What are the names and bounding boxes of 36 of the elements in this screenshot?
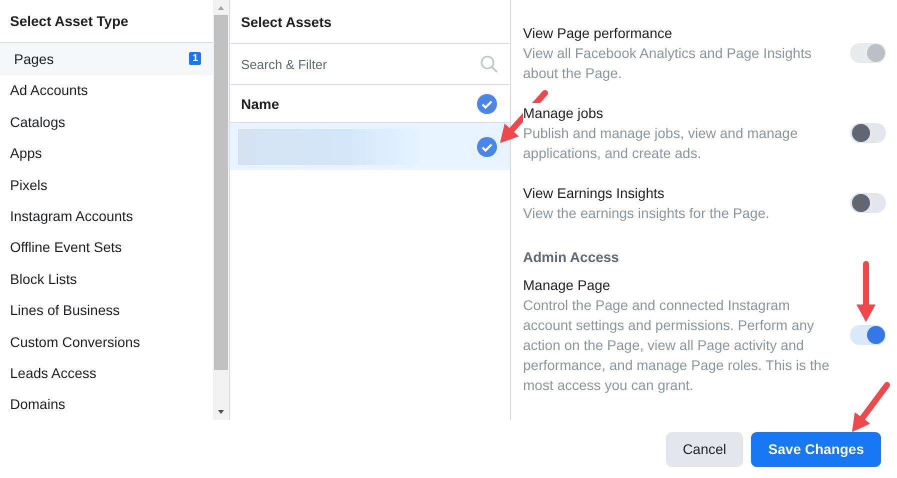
row-checkbox[interactable] — [477, 136, 497, 156]
save-button[interactable]: Save Changes — [751, 432, 881, 466]
panel-title: Select Asset Type — [10, 13, 128, 30]
asset-type-item[interactable]: Catalogs — [0, 106, 213, 138]
asset-type-item[interactable]: Lines of Business — [0, 294, 213, 326]
asset-type-item[interactable]: Custom Conversions — [0, 326, 213, 358]
toggle-switch[interactable] — [850, 123, 886, 143]
permission-description: View the earnings insights for the Page. — [523, 204, 770, 223]
asset-row[interactable] — [230, 123, 510, 170]
scroll-thumb[interactable] — [214, 15, 228, 370]
asset-type-item[interactable]: Domains — [0, 388, 213, 420]
asset-type-item[interactable]: Ad Accounts — [0, 74, 213, 106]
asset-type-item[interactable]: Instagram Accounts — [0, 200, 213, 232]
permission-description: Control the Page and connected Instagram account settings and permissions. Perform any action on the Page, view all Page activity and performance, and manage Page roles. This is the most access you can grant. — [523, 296, 830, 395]
asset-type-item[interactable]: Pages 1 — [0, 43, 213, 75]
annotation-arrow — [852, 382, 890, 432]
permission-description: View all Facebook Analytics and Page Insights about the Page. — [523, 44, 812, 83]
toggle-switch[interactable] — [850, 325, 886, 345]
asset-type-item[interactable]: Pixels — [0, 168, 213, 200]
cancel-button[interactable]: Cancel — [666, 432, 744, 466]
count-badge: 1 — [189, 52, 201, 66]
asset-type-item[interactable]: Leads Access — [0, 357, 213, 389]
asset-type-item[interactable]: Offline Event Sets — [0, 232, 213, 264]
asset-type-item[interactable]: Block Lists — [0, 263, 213, 294]
annotation-arrow — [856, 261, 876, 322]
column-header: Name — [241, 96, 280, 112]
toggle-switch[interactable] — [850, 193, 886, 213]
permission-title: Manage jobs — [523, 103, 606, 123]
section-heading: Admin Access — [523, 248, 620, 267]
asset-type-item[interactable]: Apps — [0, 137, 213, 169]
select-all-checkbox[interactable] — [477, 94, 497, 114]
scrollbar[interactable] — [213, 0, 230, 420]
permission-description: Publish and manage jobs, view and manage applications, and create ads. — [523, 124, 799, 163]
search-icon — [480, 55, 498, 73]
panel-title: Select Assets — [241, 14, 332, 30]
search-field[interactable]: Search & Filter — [241, 56, 474, 72]
